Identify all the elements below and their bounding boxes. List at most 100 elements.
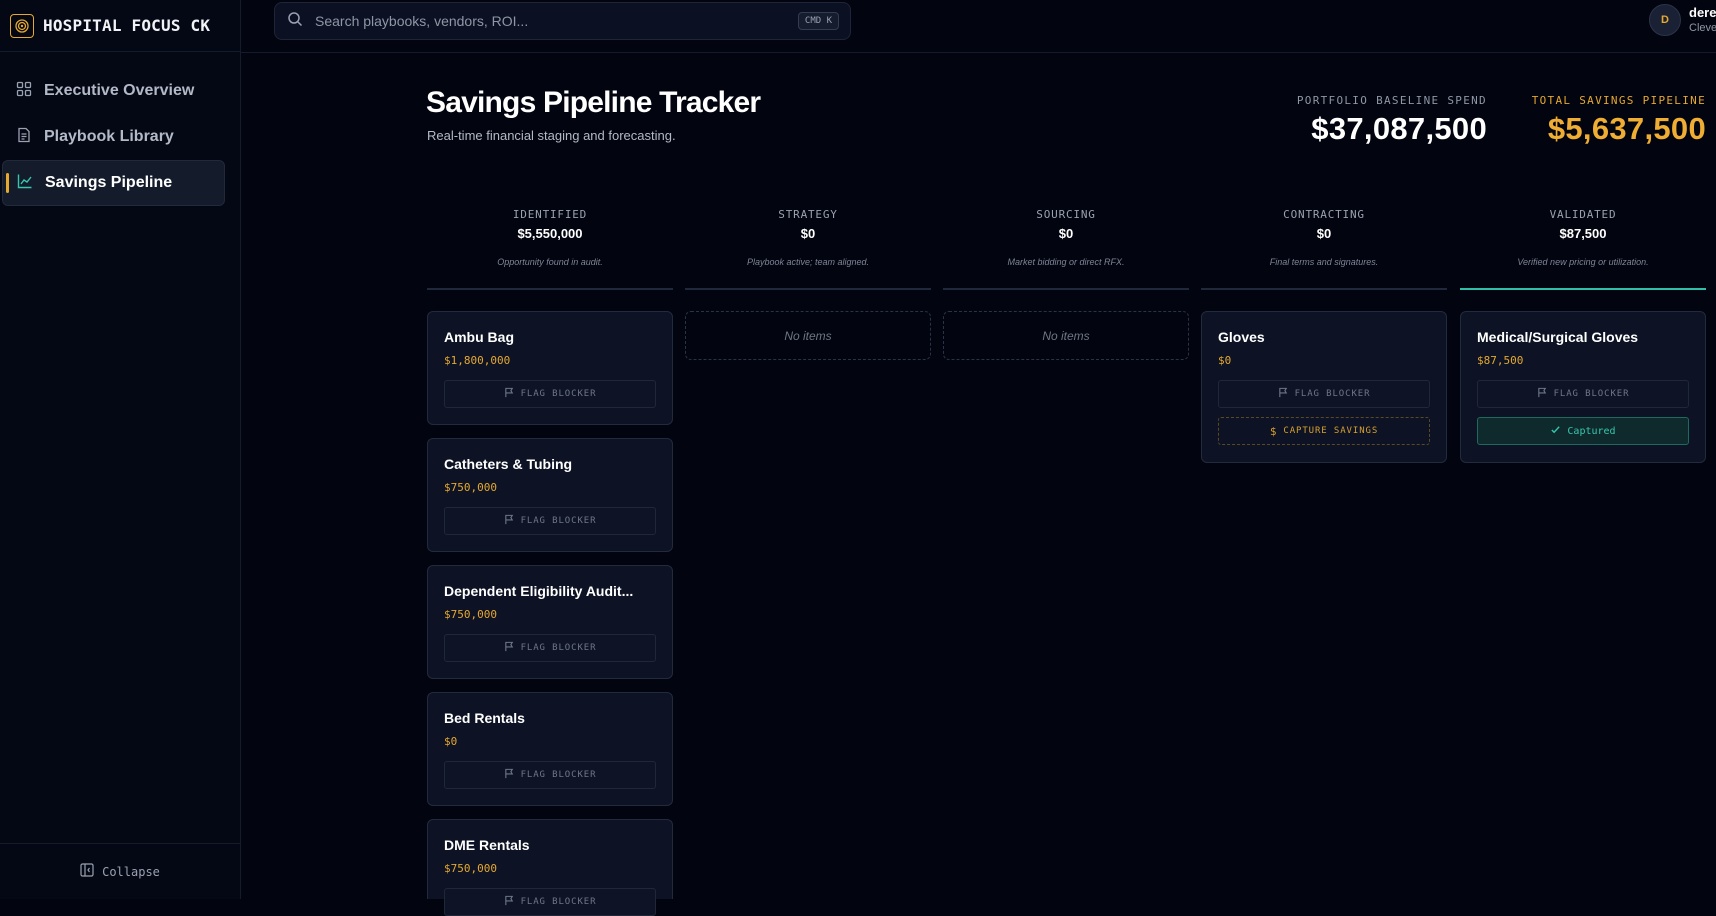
button-label: FLAG BLOCKER <box>520 516 597 526</box>
stage-total: $87,500 <box>1559 226 1607 241</box>
pipeline-card[interactable]: DME Rentals $750,000 FLAG BLOCKER <box>427 819 673 916</box>
card-title: Catheters & Tubing <box>444 456 573 472</box>
stage-description: Verified new pricing or utilization. <box>1517 257 1649 267</box>
pipeline-card[interactable]: Catheters & Tubing $750,000 FLAG BLOCKER <box>427 438 673 552</box>
flag-icon <box>504 895 515 909</box>
stage-contracting: CONTRACTING $0 Final terms and signature… <box>1201 208 1447 290</box>
button-label: FLAG BLOCKER <box>520 389 597 399</box>
pipeline-card[interactable]: Dependent Eligibility Audit... $750,000 … <box>427 565 673 679</box>
stage-divider <box>685 288 931 290</box>
button-label: FLAG BLOCKER <box>1294 389 1371 399</box>
sidebar-item-savings-pipeline[interactable]: Savings Pipeline <box>2 160 225 206</box>
card-amount: $1,800,000 <box>444 354 511 367</box>
page-subtitle: Real-time financial staging and forecast… <box>427 128 676 143</box>
captured-status-button[interactable]: Captured <box>1477 417 1689 445</box>
avatar[interactable]: D <box>1649 4 1681 36</box>
check-icon <box>1550 424 1561 438</box>
card-amount: $750,000 <box>444 608 497 621</box>
stage-divider <box>1460 288 1706 290</box>
stage-divider <box>1201 288 1447 290</box>
stage-total: $0 <box>800 226 816 241</box>
card-title: Gloves <box>1218 329 1265 345</box>
stage-divider <box>943 288 1189 290</box>
stage-name: CONTRACTING <box>1283 208 1365 221</box>
stage-name: SOURCING <box>1036 208 1096 221</box>
metric-value: $37,087,500 <box>1311 111 1487 146</box>
metric-label: PORTFOLIO BASELINE SPEND <box>1296 94 1487 107</box>
button-label: CAPTURE SAVINGS <box>1283 426 1379 436</box>
flag-icon <box>1537 387 1548 401</box>
stage-description: Market bidding or direct RFX. <box>1007 257 1125 267</box>
stage-divider <box>427 288 673 290</box>
flag-icon <box>504 514 515 528</box>
stage-description: Final terms and signatures. <box>1269 257 1379 267</box>
flag-blocker-button[interactable]: FLAG BLOCKER <box>444 888 656 916</box>
grid-icon <box>16 81 32 102</box>
empty-column-placeholder: No items <box>943 311 1189 360</box>
search-input[interactable] <box>315 13 785 29</box>
capture-savings-button[interactable]: $ CAPTURE SAVINGS <box>1218 417 1430 445</box>
button-label: FLAG BLOCKER <box>520 643 597 653</box>
sidebar-item-label: Savings Pipeline <box>45 174 173 191</box>
metric-value: $5,637,500 <box>1547 111 1706 146</box>
flag-blocker-button[interactable]: FLAG BLOCKER <box>444 380 656 408</box>
user-menu[interactable]: D dere Cleve <box>1649 4 1716 36</box>
card-title: Medical/Surgical Gloves <box>1477 329 1639 345</box>
card-title: DME Rentals <box>444 837 530 853</box>
card-amount: $750,000 <box>444 481 497 494</box>
stage-name: VALIDATED <box>1549 208 1617 221</box>
collapse-button[interactable]: Collapse <box>0 843 240 899</box>
card-title: Ambu Bag <box>444 329 514 345</box>
stage-validated: VALIDATED $87,500 Verified new pricing o… <box>1460 208 1706 290</box>
flag-blocker-button[interactable]: FLAG BLOCKER <box>444 634 656 662</box>
sidebar-item-executive-overview[interactable]: Executive Overview <box>2 68 225 114</box>
brand-header: HOSPITAL FOCUS CK <box>0 0 240 52</box>
page-title: Savings Pipeline Tracker <box>426 86 761 119</box>
card-amount: $750,000 <box>444 862 497 875</box>
stage-strategy: STRATEGY $0 Playbook active; team aligne… <box>685 208 931 290</box>
sidebar: HOSPITAL FOCUS CK Executive Overview Pla… <box>0 0 241 899</box>
search-icon <box>287 11 303 32</box>
pipeline-card[interactable]: Gloves $0 FLAG BLOCKER $ CAPTURE SAVINGS <box>1201 311 1447 463</box>
flag-icon <box>504 387 515 401</box>
stage-sourcing: SOURCING $0 Market bidding or direct RFX… <box>943 208 1189 290</box>
flag-blocker-button[interactable]: FLAG BLOCKER <box>1477 380 1689 408</box>
pipeline-card[interactable]: Ambu Bag $1,800,000 FLAG BLOCKER <box>427 311 673 425</box>
empty-column-placeholder: No items <box>685 311 931 360</box>
stage-identified: IDENTIFIED $5,550,000 Opportunity found … <box>427 208 673 290</box>
flag-blocker-button[interactable]: FLAG BLOCKER <box>1218 380 1430 408</box>
card-amount: $0 <box>444 735 458 748</box>
top-bar: CMD K D dere Cleve <box>241 0 1716 53</box>
card-amount: $87,500 <box>1477 354 1524 367</box>
logo-icon <box>10 13 34 38</box>
button-label: Captured <box>1567 425 1616 437</box>
user-name: dere <box>1689 5 1716 20</box>
button-label: FLAG BLOCKER <box>1553 389 1630 399</box>
document-icon <box>16 127 32 148</box>
flag-icon <box>504 641 515 655</box>
sidebar-item-label: Executive Overview <box>44 82 195 99</box>
flag-icon <box>1278 387 1289 401</box>
search-box[interactable]: CMD K <box>274 2 851 40</box>
dollar-icon: $ <box>1269 424 1278 438</box>
card-title: Dependent Eligibility Audit... <box>444 583 634 599</box>
sidebar-nav: Executive Overview Playbook Library Savi… <box>0 52 240 206</box>
pipeline-card[interactable]: Medical/Surgical Gloves $87,500 FLAG BLO… <box>1460 311 1706 463</box>
sidebar-item-playbook-library[interactable]: Playbook Library <box>2 114 225 160</box>
pipeline-card[interactable]: Bed Rentals $0 FLAG BLOCKER <box>427 692 673 806</box>
brand-name: HOSPITAL FOCUS CK <box>43 16 211 35</box>
collapse-label: Collapse <box>102 864 160 879</box>
shortcut-badge: CMD K <box>797 12 839 30</box>
flag-blocker-button[interactable]: FLAG BLOCKER <box>444 507 656 535</box>
flag-blocker-button[interactable]: FLAG BLOCKER <box>444 761 656 789</box>
metric-label: TOTAL SAVINGS PIPELINE <box>1531 94 1706 107</box>
line-chart-icon <box>17 173 33 194</box>
sidebar-collapse-icon <box>80 863 94 880</box>
button-label: FLAG BLOCKER <box>520 770 597 780</box>
stage-total: $0 <box>1316 226 1332 241</box>
baseline-spend-metric: PORTFOLIO BASELINE SPEND $37,087,500 <box>1297 94 1487 147</box>
flag-icon <box>504 768 515 782</box>
stage-total: $5,550,000 <box>517 226 583 241</box>
card-amount: $0 <box>1218 354 1232 367</box>
stage-description: Playbook active; team aligned. <box>746 257 870 267</box>
